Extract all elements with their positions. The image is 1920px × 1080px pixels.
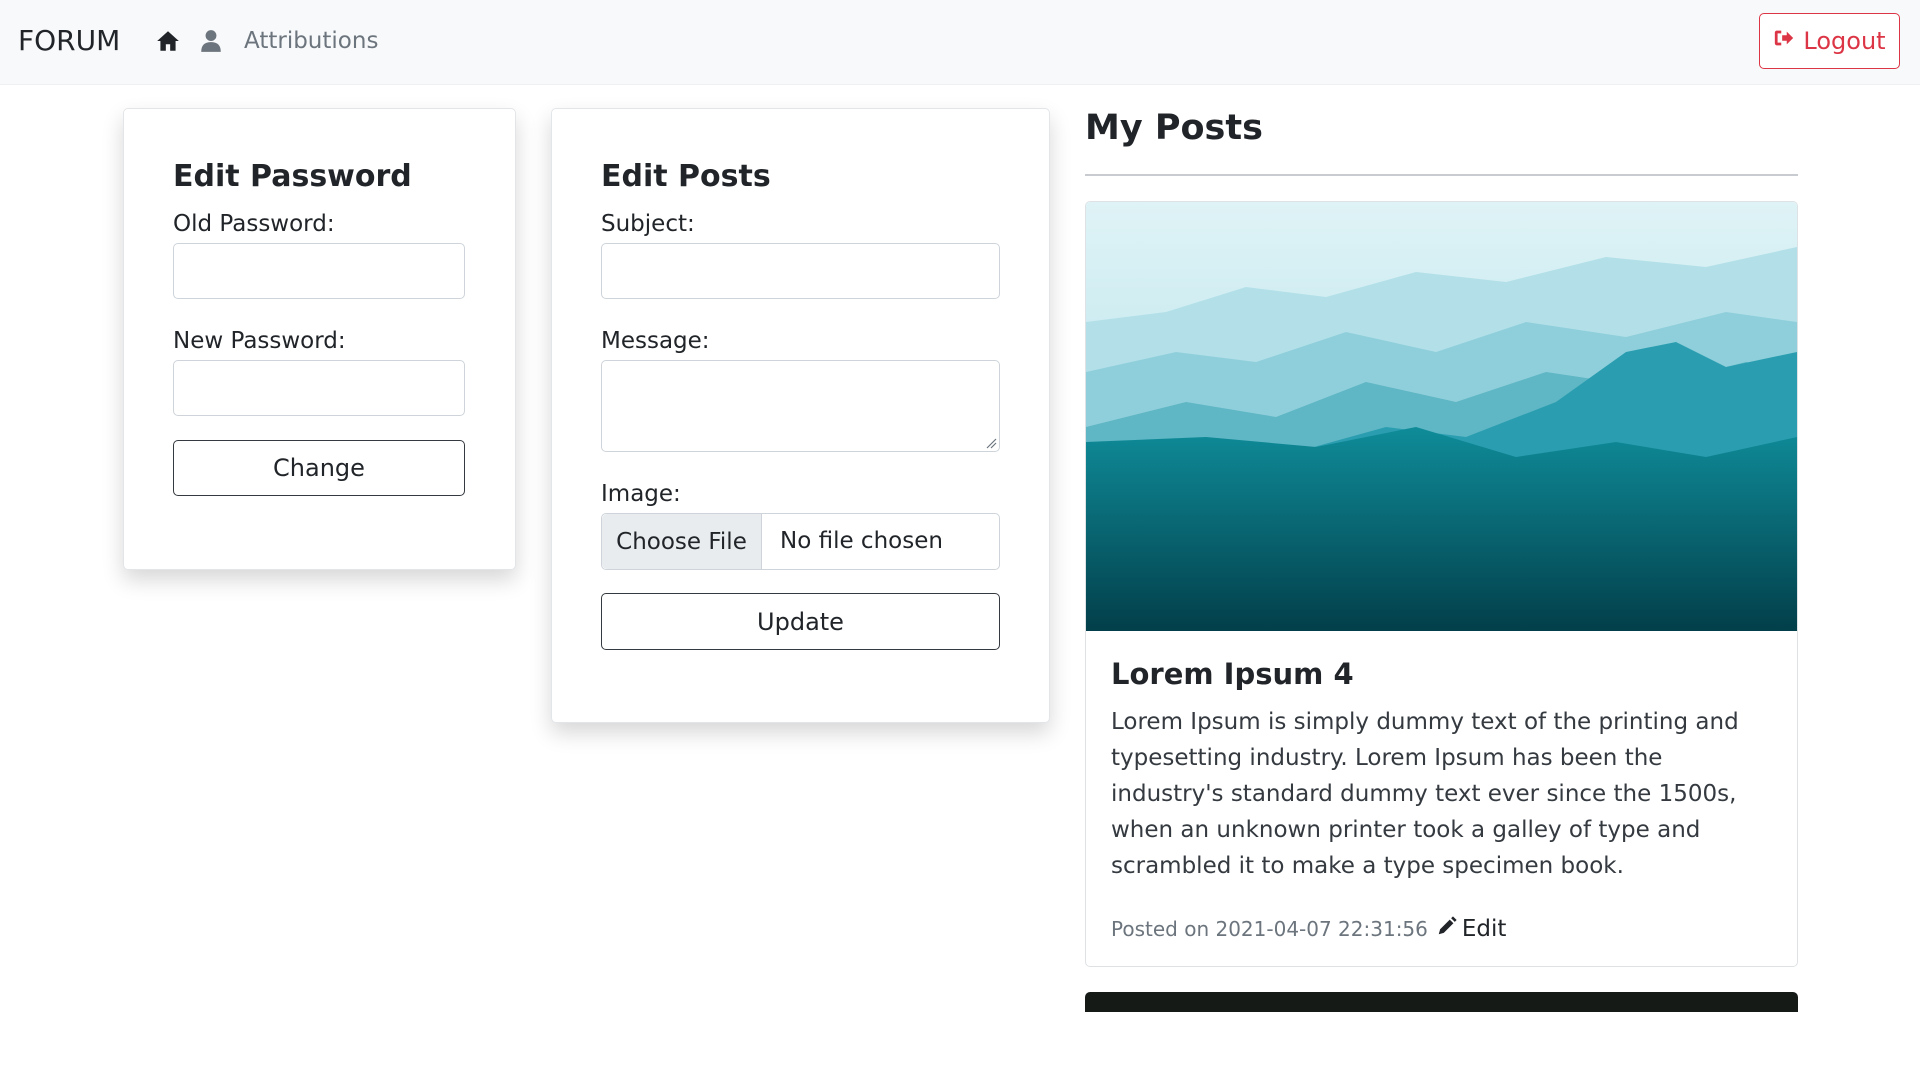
subject-label: Subject: xyxy=(601,211,695,237)
change-password-button[interactable]: Change xyxy=(173,440,465,496)
new-password-input[interactable] xyxy=(173,360,465,416)
image-label: Image: xyxy=(601,481,681,507)
mountain-landscape-image xyxy=(1086,202,1797,631)
next-post-card-top xyxy=(1085,992,1798,1012)
file-status-text: No file chosen xyxy=(780,528,943,554)
message-textarea[interactable] xyxy=(601,360,1000,452)
post-body: Lorem Ipsum is simply dummy text of the … xyxy=(1111,709,1739,879)
post-card: Lorem Ipsum 4 Lorem Ipsum is simply dumm… xyxy=(1085,201,1798,967)
navbar: FORUM Attributions Logout xyxy=(0,0,1920,85)
brand-logo[interactable]: FORUM xyxy=(18,24,120,57)
message-label: Message: xyxy=(601,328,710,354)
sign-out-icon xyxy=(1773,27,1795,55)
my-posts-heading: My Posts xyxy=(1085,108,1263,148)
edit-posts-card: Edit Posts Subject: Message: Image: Choo… xyxy=(551,108,1050,723)
subject-input[interactable] xyxy=(601,243,1000,299)
update-post-button[interactable]: Update xyxy=(601,593,1000,650)
resize-grip-icon[interactable] xyxy=(985,437,997,449)
section-divider xyxy=(1085,174,1798,176)
choose-file-button[interactable]: Choose File xyxy=(602,514,762,569)
pencil-icon xyxy=(1436,915,1458,943)
post-footer: Posted on 2021-04-07 22:31:56 Edit xyxy=(1111,915,1506,943)
post-title: Lorem Ipsum 4 xyxy=(1111,657,1354,691)
edit-password-card: Edit Password Old Password: New Password… xyxy=(123,108,516,570)
logout-button[interactable]: Logout xyxy=(1759,13,1900,69)
old-password-input[interactable] xyxy=(173,243,465,299)
edit-label: Edit xyxy=(1461,916,1507,942)
logout-label: Logout xyxy=(1803,27,1886,55)
nav-link-attributions[interactable]: Attributions xyxy=(244,28,378,54)
edit-post-link[interactable]: Edit xyxy=(1436,915,1507,943)
new-password-label: New Password: xyxy=(173,328,346,354)
image-file-input[interactable]: Choose File No file chosen xyxy=(601,513,1000,570)
edit-posts-title: Edit Posts xyxy=(601,159,771,194)
user-icon[interactable] xyxy=(198,28,224,54)
old-password-label: Old Password: xyxy=(173,211,335,237)
home-icon[interactable] xyxy=(155,28,181,54)
post-timestamp: Posted on 2021-04-07 22:31:56 xyxy=(1111,917,1428,941)
edit-password-title: Edit Password xyxy=(173,159,412,194)
